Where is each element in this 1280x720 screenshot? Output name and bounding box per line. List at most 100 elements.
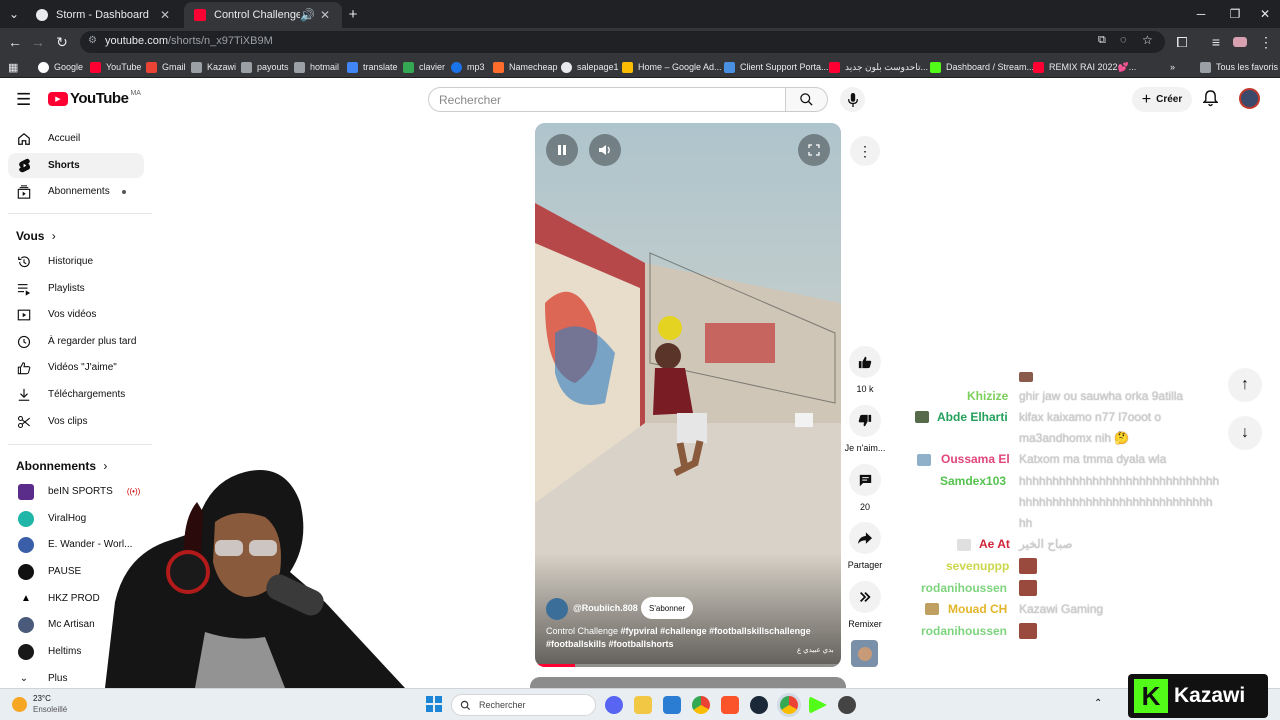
chrome-icon[interactable] (692, 696, 710, 714)
chrome-menu-icon[interactable]: ⋮ (1256, 32, 1276, 52)
extensions-icon[interactable]: ⧠ (1172, 32, 1192, 52)
taskbar-search[interactable]: Rechercher (451, 694, 596, 716)
progress-track[interactable] (535, 664, 841, 667)
comments-button[interactable] (849, 464, 881, 496)
sidebar-item-historique[interactable]: Historique (8, 249, 144, 274)
bookmark-dashboard-stream[interactable]: Dashboard / Stream... (930, 60, 1034, 74)
channel-avatar[interactable] (546, 598, 568, 620)
remix-action[interactable]: Remixer (845, 581, 885, 629)
windows-start-icon[interactable] (426, 696, 442, 712)
chevron-up-icon[interactable]: ⌃ (1094, 698, 1102, 709)
bookmark-google[interactable]: Google (38, 60, 83, 74)
sidebar-sub-hkz-prod[interactable]: ▲ HKZ PROD (8, 586, 144, 611)
dislike-button[interactable] (849, 405, 881, 437)
reading-list-icon[interactable]: ≡ (1206, 32, 1226, 52)
comments-action[interactable]: 20 (845, 464, 885, 512)
next-short-preview[interactable] (530, 677, 846, 688)
fullscreen-button[interactable] (798, 134, 830, 166)
share-button[interactable] (849, 522, 881, 554)
all-favorites[interactable]: Tous les favoris (1200, 60, 1278, 74)
account-avatar[interactable] (1239, 88, 1260, 109)
steam-icon[interactable] (750, 696, 768, 714)
restore-icon[interactable]: ❐ (1218, 0, 1252, 28)
bookmark-salepage1[interactable]: salepage1 (561, 60, 619, 74)
bookmark-star-icon[interactable]: ☆ (1142, 33, 1153, 47)
bookmark-hotmail[interactable]: hotmail (294, 60, 339, 74)
sidebar-sub-heltims[interactable]: Heltims (8, 639, 144, 664)
subscribe-button[interactable]: S'abonner (641, 597, 694, 619)
like-action[interactable]: 10 k (845, 346, 885, 394)
sidebar-item-clips[interactable]: Vos clips (8, 409, 144, 434)
dislike-action[interactable]: Je n'aim... (845, 405, 885, 453)
close-window-icon[interactable]: ✕ (1248, 0, 1280, 28)
tab-control-challenge[interactable]: Control Challenge #fypviral 🔊 ✕ (184, 2, 342, 28)
minimize-icon[interactable]: ─ (1184, 0, 1218, 28)
obs-icon[interactable] (838, 696, 856, 714)
search-input[interactable] (439, 93, 769, 107)
like-button[interactable] (849, 346, 881, 378)
new-tab-button[interactable]: + (340, 0, 366, 28)
close-tab-icon[interactable]: ✕ (158, 8, 172, 22)
chrome-active-icon[interactable] (780, 696, 798, 714)
pause-button[interactable] (546, 134, 578, 166)
eye-off-icon[interactable]: ◌ (1120, 34, 1127, 46)
sidebar-sub-pause[interactable]: PAUSE (8, 559, 144, 584)
sidebar-item-watch-later[interactable]: À regarder plus tard (8, 329, 144, 354)
notifications-bell-icon[interactable] (1202, 90, 1219, 110)
sidebar-sub-mc-artisan[interactable]: Mc Artisan (8, 612, 144, 637)
apps-icon[interactable]: ▦ (8, 60, 18, 74)
forward-icon[interactable]: → (28, 32, 48, 52)
bookmark-clavier[interactable]: clavier (403, 60, 445, 74)
bookmark-youtube[interactable]: YouTube (90, 60, 141, 74)
bookmark-kazawi[interactable]: Kazawi (191, 60, 236, 74)
install-app-icon[interactable]: ⧉ (1098, 34, 1106, 47)
bookmark-mp3[interactable]: mp3 (451, 60, 485, 74)
sidebar-item-abonnements[interactable]: Abonnements (8, 179, 144, 204)
subscriptions-heading[interactable]: Abonnements › (16, 459, 107, 473)
sidebar-item-vos-videos[interactable]: Vos vidéos (8, 302, 144, 327)
streaming-app-icon[interactable] (809, 696, 827, 714)
bookmark-namecheap[interactable]: Namecheap (493, 60, 558, 74)
more-options-icon[interactable]: ⋮ (850, 136, 880, 166)
volume-button[interactable] (589, 134, 621, 166)
sidebar-item-shorts[interactable]: Shorts (8, 153, 144, 178)
profile-avatar[interactable] (1230, 32, 1250, 52)
site-info-icon[interactable]: ⚙ (88, 35, 97, 46)
next-short-button[interactable]: ↓ (1228, 416, 1262, 450)
bookmark-translate[interactable]: translate (347, 60, 398, 74)
tab-storm-dashboard[interactable]: Storm - Dashboard ✕ (26, 2, 182, 28)
share-action[interactable]: Partager (845, 522, 885, 570)
search-button[interactable] (786, 87, 828, 112)
address-bar[interactable]: ⚙ youtube.com/shorts/n_x97TiXB9M ⧉ ◌ ☆ (80, 31, 1165, 53)
bookmark-payouts[interactable]: payouts (241, 60, 289, 74)
media-app-icon[interactable] (663, 696, 681, 714)
sidebar-sub-viralhog[interactable]: ViralHog (8, 506, 144, 531)
voice-search-button[interactable] (840, 87, 865, 112)
tab-search-icon[interactable]: ⌄ (0, 0, 28, 28)
sidebar-item-liked-videos[interactable]: Vidéos "J'aime" (8, 355, 144, 380)
sidebar-item-downloads[interactable]: Téléchargements (8, 382, 144, 407)
sun-weather-icon[interactable] (12, 697, 27, 712)
bookmark-gmail[interactable]: Gmail (146, 60, 186, 74)
close-tab-icon[interactable]: ✕ (318, 8, 332, 22)
youtube-logo[interactable]: ▶ YouTube MA (48, 90, 141, 107)
sidebar-sub-bein-sports[interactable]: beIN SPORTS ((•)) (8, 479, 144, 504)
bookmark-google-ads[interactable]: Home – Google Ad... (622, 60, 722, 74)
sidebar-item-accueil[interactable]: Accueil (8, 126, 144, 151)
short-video-player[interactable]: @Roubiich.808 S'abonner Control Challeng… (535, 123, 841, 667)
bookmark-client-support[interactable]: Client Support Porta... (724, 60, 829, 74)
more-bookmarks-icon[interactable]: » (1170, 60, 1175, 74)
back-icon[interactable]: ← (5, 32, 25, 52)
sidebar-sub-e-wander[interactable]: E. Wander - Worl... (8, 532, 144, 557)
channel-name[interactable]: @Roubiich.808 (573, 603, 638, 613)
discord-icon[interactable] (605, 696, 623, 714)
bookmark-arabic[interactable]: تاحدوست بلون جديد... (829, 60, 928, 74)
bookmark-remix-rai[interactable]: REMIX RAI 2022💕... (1033, 60, 1136, 74)
previous-short-button[interactable]: ↑ (1228, 368, 1262, 402)
mute-tab-icon[interactable]: 🔊 (300, 8, 315, 22)
sidebar-item-playlists[interactable]: Playlists (8, 276, 144, 301)
remix-button[interactable] (849, 581, 881, 613)
file-explorer-icon[interactable] (634, 696, 652, 714)
reload-icon[interactable]: ↻ (52, 32, 72, 52)
menu-icon[interactable]: ☰ (16, 90, 31, 110)
